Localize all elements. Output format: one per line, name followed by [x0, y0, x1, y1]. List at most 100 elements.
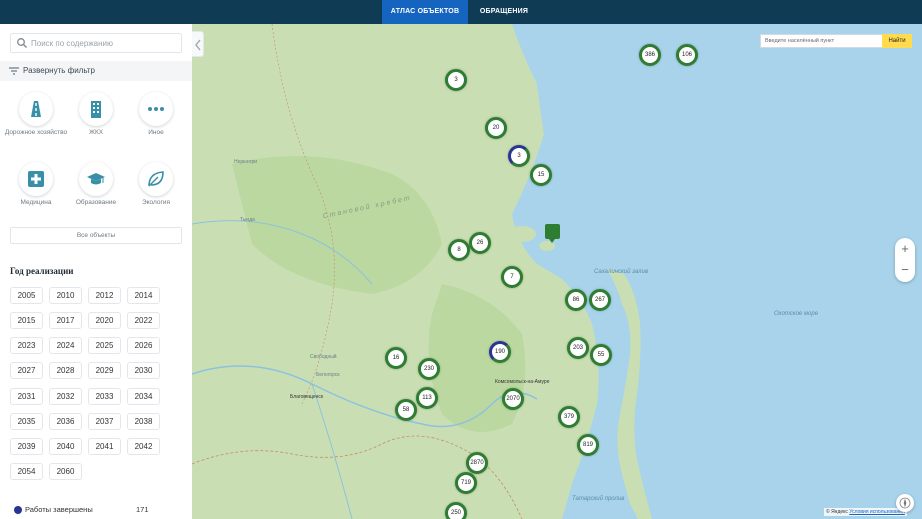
dots-icon — [148, 107, 164, 111]
year-button[interactable]: 2040 — [49, 438, 82, 455]
map-cluster[interactable]: 190 — [489, 341, 511, 363]
city-search-input[interactable] — [760, 34, 882, 48]
chevron-left-icon — [195, 39, 201, 51]
compass-button[interactable] — [896, 494, 914, 512]
map-cluster[interactable]: 250 — [445, 502, 467, 519]
category-other[interactable]: Иное — [124, 92, 188, 152]
zoom-in-button[interactable]: + — [895, 239, 915, 259]
year-button[interactable]: 2037 — [88, 413, 121, 430]
year-button[interactable]: 2031 — [10, 388, 43, 405]
year-button[interactable]: 2015 — [10, 312, 43, 329]
map-cluster[interactable]: 20 — [485, 117, 507, 139]
year-button[interactable]: 2036 — [49, 413, 82, 430]
map-label-city: Комсомольск-на-Амуре — [495, 379, 550, 385]
legend-completed: Работы завершены 171 — [14, 504, 184, 516]
map-cluster[interactable]: 2070 — [502, 388, 524, 410]
year-button[interactable]: 2014 — [127, 287, 160, 304]
map-cluster[interactable]: 55 — [590, 344, 612, 366]
category-label: Медицина — [20, 199, 52, 206]
year-button[interactable]: 2054 — [10, 463, 43, 480]
medical-cross-icon — [28, 171, 44, 187]
year-button[interactable]: 2035 — [10, 413, 43, 430]
year-button[interactable]: 2039 — [10, 438, 43, 455]
year-button[interactable]: 2030 — [127, 362, 160, 379]
road-icon — [31, 101, 41, 117]
map-view[interactable]: Охотское море Сахалинский залив Становой… — [192, 24, 922, 519]
year-button[interactable]: 2026 — [127, 337, 160, 354]
legend-label: Работы завершены — [25, 505, 93, 514]
category-ecology[interactable]: Экология — [124, 162, 188, 222]
map-label-city: Тында — [240, 217, 255, 223]
year-button[interactable]: 2010 — [49, 287, 82, 304]
map-copyright: © Яндекс Условия использования — [824, 508, 907, 516]
expand-filter-button[interactable]: Развернуть фильтр — [0, 61, 192, 81]
all-objects-button[interactable]: Все объекты — [10, 227, 182, 244]
tab-appeals[interactable]: ОБРАЩЕНИЯ — [474, 0, 534, 24]
map-cluster[interactable]: 16 — [385, 347, 407, 369]
map-cluster[interactable]: 819 — [577, 434, 599, 456]
map-cluster[interactable]: 106 — [676, 44, 698, 66]
year-button[interactable]: 2042 — [127, 438, 160, 455]
category-label: Экология — [141, 199, 171, 206]
year-button[interactable]: 2025 — [88, 337, 121, 354]
tab-atlas[interactable]: АТЛАС ОБЪЕКТОВ — [382, 0, 468, 24]
year-button[interactable]: 2020 — [88, 312, 121, 329]
category-medicine[interactable]: Медицина — [4, 162, 68, 222]
year-button[interactable]: 2032 — [49, 388, 82, 405]
map-label-sea: Охотское море — [774, 311, 819, 317]
map-base — [192, 24, 652, 519]
city-search-button[interactable]: Найти — [882, 34, 912, 48]
map-cluster[interactable]: 719 — [455, 472, 477, 494]
map-cluster[interactable]: 230 — [418, 358, 440, 380]
year-button[interactable]: 2017 — [49, 312, 82, 329]
category-label: Образование — [75, 199, 117, 206]
map-cluster[interactable]: 113 — [416, 387, 438, 409]
category-label: ЖКХ — [88, 129, 104, 136]
map-cluster[interactable]: 8 — [448, 239, 470, 261]
map-cluster[interactable]: 203 — [567, 337, 589, 359]
year-button[interactable]: 2041 — [88, 438, 121, 455]
category-roads[interactable]: Дорожное хозяйство — [4, 92, 68, 152]
year-button[interactable]: 2060 — [49, 463, 82, 480]
collapse-sidebar-button[interactable] — [192, 31, 204, 57]
map-pin-marker[interactable] — [545, 224, 560, 243]
map-cluster[interactable]: 7 — [501, 266, 523, 288]
map-cluster[interactable]: 379 — [558, 406, 580, 428]
search-input[interactable] — [31, 36, 176, 50]
category-education[interactable]: Образование — [64, 162, 128, 222]
year-button[interactable]: 2012 — [88, 287, 121, 304]
map-label-city: Благовещенск — [290, 394, 324, 400]
map-cluster[interactable]: 267 — [589, 289, 611, 311]
zoom-control: + − — [895, 238, 915, 282]
map-cluster[interactable]: 2870 — [466, 452, 488, 474]
building-icon — [91, 101, 101, 118]
graduation-cap-icon — [87, 173, 105, 185]
sidebar: Развернуть фильтр Дорожное хозяйство ЖКХ — [0, 24, 192, 519]
expand-filter-label: Развернуть фильтр — [23, 66, 96, 75]
search-box — [10, 33, 182, 53]
year-button[interactable]: 2023 — [10, 337, 43, 354]
map-cluster[interactable]: 58 — [395, 399, 417, 421]
year-button[interactable]: 2005 — [10, 287, 43, 304]
zoom-out-button[interactable]: − — [895, 260, 915, 280]
map-cluster[interactable]: 3 — [508, 145, 530, 167]
terms-link[interactable]: Условия использования — [849, 509, 905, 515]
map-label-city: Нерюнгри — [234, 159, 258, 165]
year-button[interactable]: 2024 — [49, 337, 82, 354]
category-housing[interactable]: ЖКХ — [64, 92, 128, 152]
compass-icon — [899, 497, 911, 509]
map-cluster[interactable]: 26 — [469, 232, 491, 254]
year-button[interactable]: 2034 — [127, 388, 160, 405]
map-cluster[interactable]: 386 — [639, 44, 661, 66]
year-button[interactable]: 2022 — [127, 312, 160, 329]
year-button[interactable]: 2033 — [88, 388, 121, 405]
map-cluster[interactable]: 15 — [530, 164, 552, 186]
year-button[interactable]: 2038 — [127, 413, 160, 430]
legend-dot — [14, 506, 22, 514]
map-cluster[interactable]: 86 — [565, 289, 587, 311]
map-label-strait: Татарский пролив — [572, 496, 625, 502]
year-button[interactable]: 2029 — [88, 362, 121, 379]
year-button[interactable]: 2028 — [49, 362, 82, 379]
year-button[interactable]: 2027 — [10, 362, 43, 379]
map-cluster[interactable]: 3 — [445, 69, 467, 91]
